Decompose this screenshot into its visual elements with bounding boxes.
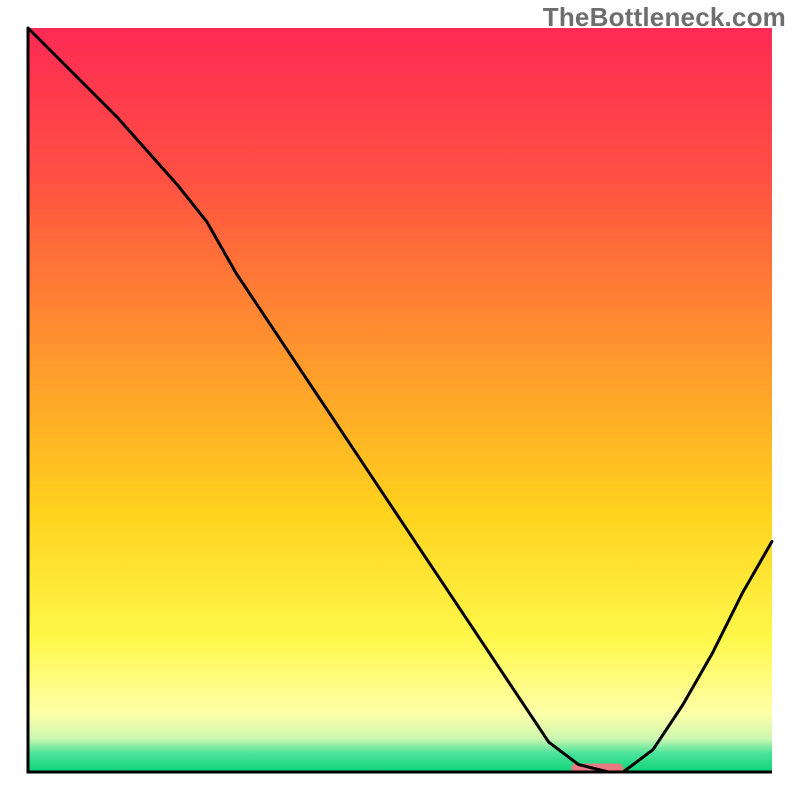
plot-background <box>28 28 772 772</box>
chart-container: TheBottleneck.com <box>0 0 800 800</box>
watermark-label: TheBottleneck.com <box>543 2 786 33</box>
bottleneck-chart <box>0 0 800 800</box>
